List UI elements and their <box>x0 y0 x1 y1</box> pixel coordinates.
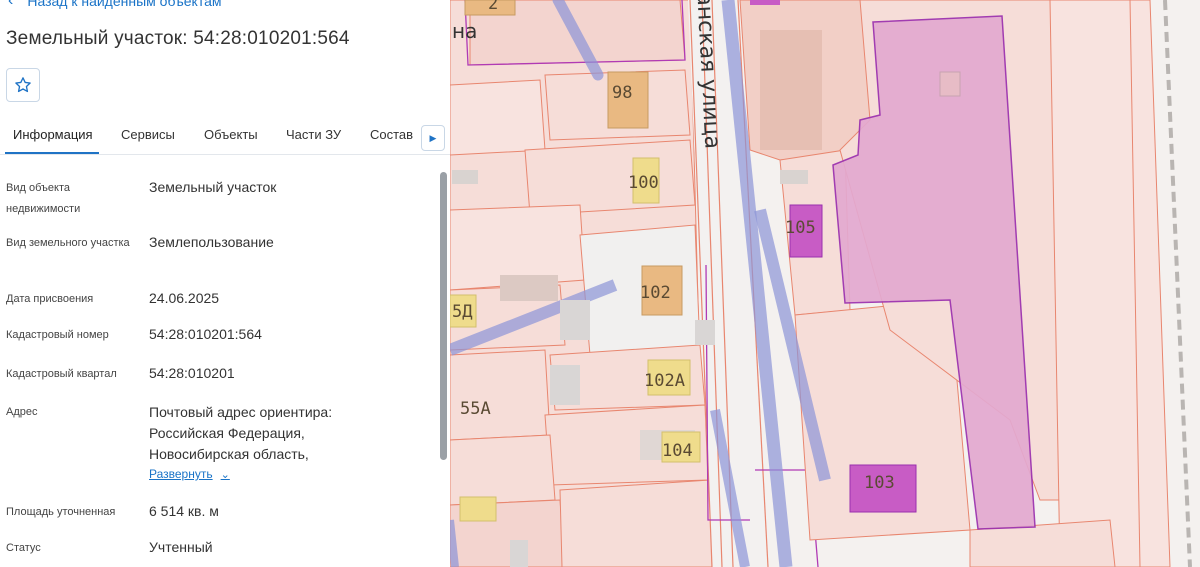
building[interactable] <box>695 320 715 345</box>
building-number: 98 <box>612 83 632 103</box>
page-title: Земельный участок: 54:28:010201:564 <box>6 28 350 49</box>
property-label: Адрес <box>6 406 38 418</box>
property-label: Площадь уточненная <box>6 506 116 518</box>
property-value: 6 514 кв. м <box>149 503 219 519</box>
tab-parts[interactable]: Части ЗУ <box>286 127 341 142</box>
building-number: 102А <box>644 371 685 391</box>
favorite-button[interactable] <box>6 68 40 102</box>
property-value: 24.06.2025 <box>149 290 220 306</box>
property-label: Кадастровый номер <box>6 329 109 341</box>
property-label: Вид земельного участка <box>6 237 130 249</box>
chevron-right-icon: ▶ <box>429 132 437 143</box>
parcel[interactable] <box>450 434 556 506</box>
building[interactable] <box>780 170 808 184</box>
building-number: 5Д <box>452 302 472 322</box>
tab-objects[interactable]: Объекты <box>204 127 258 142</box>
building[interactable] <box>760 30 822 150</box>
building-number: 105 <box>785 218 816 238</box>
parcel[interactable] <box>1049 0 1171 567</box>
building-number: 103 <box>864 473 895 493</box>
cadastral-map[interactable]: 2 98 100 105 102 5Д 55А 102А 104 103 на … <box>450 0 1200 567</box>
property-value: 54:28:010201 <box>149 365 235 381</box>
building[interactable] <box>550 365 580 405</box>
property-value: 54:28:010201:564 <box>149 326 262 342</box>
building-number: 100 <box>628 173 659 193</box>
tabs-next-button[interactable]: ▶ <box>421 125 445 151</box>
parcel[interactable] <box>450 79 546 156</box>
scrollbar[interactable] <box>440 172 447 460</box>
building[interactable] <box>560 300 590 340</box>
parcel[interactable] <box>524 139 696 216</box>
star-icon <box>15 77 31 93</box>
back-link[interactable]: ‹ Назад к найденным объектам <box>8 0 222 9</box>
tab-composition[interactable]: Состав <box>370 127 413 142</box>
building-number: 2 <box>488 0 498 14</box>
back-link-label: Назад к найденным объектам <box>27 0 222 9</box>
expand-link[interactable]: Развернуть ⌄ <box>149 467 230 481</box>
building[interactable] <box>459 496 497 522</box>
property-label: Кадастровый квартал <box>6 368 117 380</box>
property-value: Земельный участок <box>149 179 277 195</box>
property-label: Вид объекта недвижимости <box>6 182 81 215</box>
expand-link-label: Развернуть <box>149 467 213 481</box>
building-number: 104 <box>662 441 693 461</box>
building[interactable] <box>750 0 780 5</box>
property-label: Статус <box>6 542 41 554</box>
active-tab-indicator <box>5 152 99 154</box>
tab-info[interactable]: Информация <box>13 127 93 142</box>
road-highlight <box>450 519 459 567</box>
info-panel: ‹ Назад к найденным объектам Земельный у… <box>0 0 450 567</box>
property-value: Землепользование <box>149 234 274 250</box>
building-number: 55А <box>460 399 491 419</box>
building-number: 102 <box>640 283 671 303</box>
building[interactable] <box>452 170 478 184</box>
parcel[interactable] <box>450 349 551 441</box>
tab-services[interactable]: Сервисы <box>121 127 175 142</box>
property-value: Почтовый адрес ориентира: Российская Фед… <box>149 404 333 462</box>
property-value: Учтенный <box>149 539 213 555</box>
building[interactable] <box>500 275 558 301</box>
tab-bar: Информация Сервисы Объекты Части ЗУ Сост… <box>0 117 450 155</box>
property-label: Дата присвоения <box>6 293 94 305</box>
building[interactable] <box>510 540 528 567</box>
building[interactable] <box>939 71 961 97</box>
parcel[interactable] <box>559 479 713 567</box>
street-label-fragment: на <box>452 19 477 43</box>
chevron-left-icon: ‹ <box>8 0 14 9</box>
chevron-down-icon: ⌄ <box>220 468 230 481</box>
map-canvas: 2 98 100 105 102 5Д 55А 102А 104 103 на … <box>450 0 1200 567</box>
